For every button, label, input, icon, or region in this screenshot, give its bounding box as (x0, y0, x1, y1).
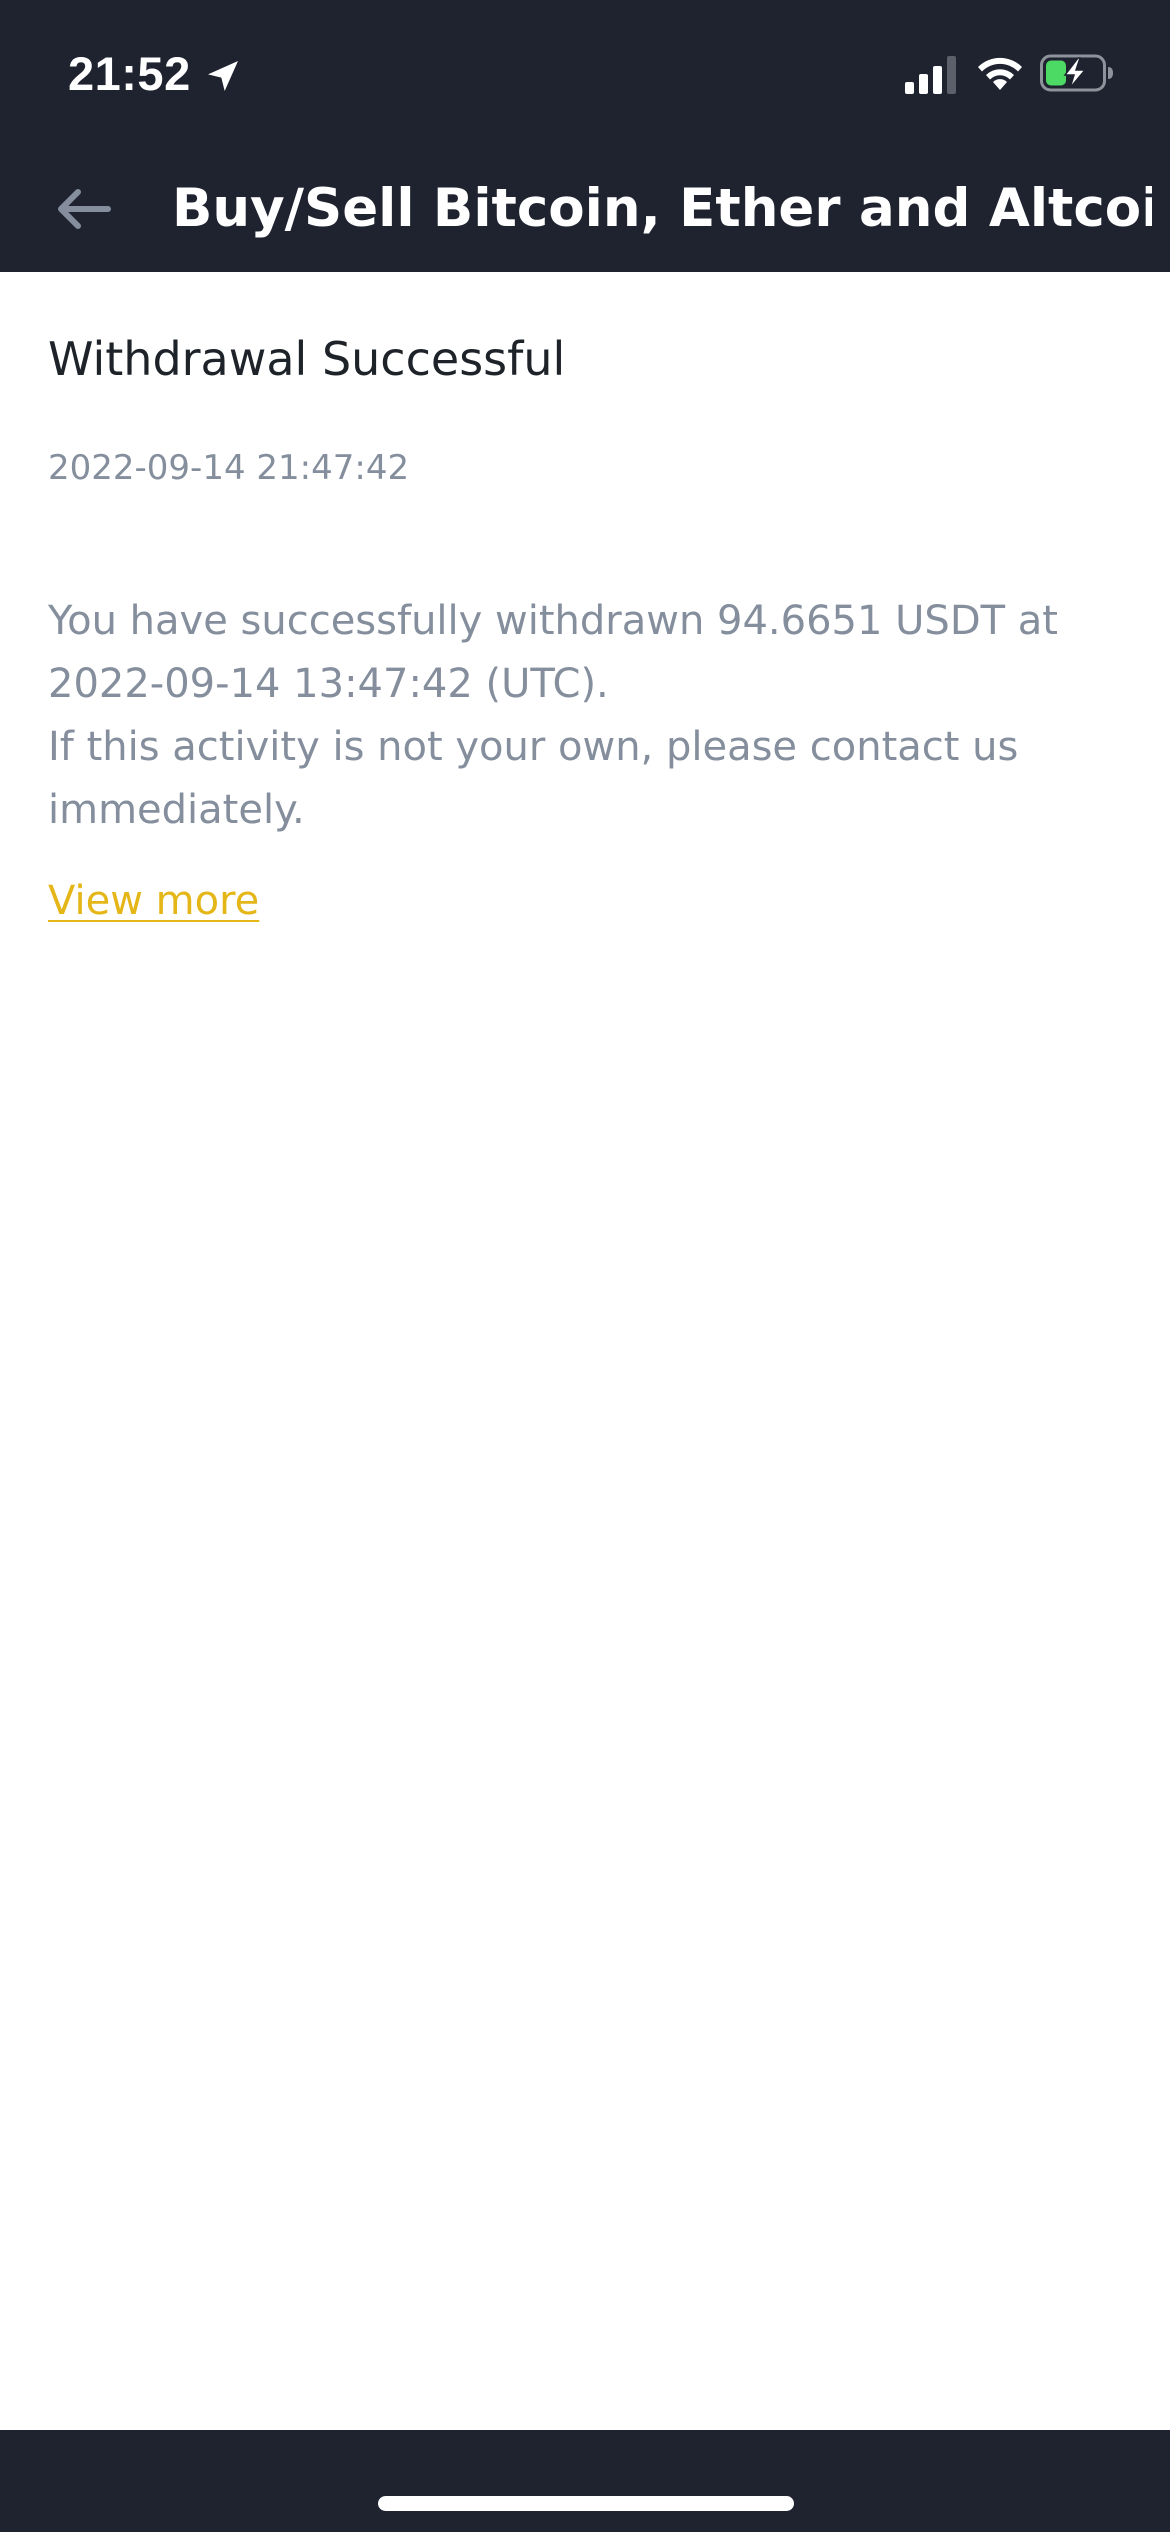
back-button[interactable] (40, 171, 126, 247)
message-body-line: If this activity is not your own, please… (48, 724, 1019, 833)
message-title: Withdrawal Successful (48, 332, 566, 386)
message-body-line: You have successfully withdrawn 94.6651 … (48, 598, 1058, 707)
home-indicator[interactable] (378, 2496, 794, 2511)
message-body: You have successfully withdrawn 94.6651 … (48, 590, 1122, 842)
cellular-signal-icon (905, 56, 956, 94)
location-arrow-icon (208, 61, 238, 91)
message-timestamp: 2022-09-14 21:47:42 (48, 448, 410, 488)
battery-charging-icon (1040, 54, 1113, 92)
wifi-icon (978, 57, 1022, 90)
page-title: Buy/Sell Bitcoin, Ether and Altcoins... (172, 178, 1152, 239)
status-bar: 21:52 (0, 0, 1170, 146)
home-indicator-area (0, 2430, 1170, 2532)
status-time: 21:52 (68, 47, 191, 100)
view-more-link[interactable]: View more (48, 871, 259, 931)
navigation-header: Buy/Sell Bitcoin, Ether and Altcoins... (0, 146, 1170, 272)
arrow-left-icon (58, 189, 111, 229)
